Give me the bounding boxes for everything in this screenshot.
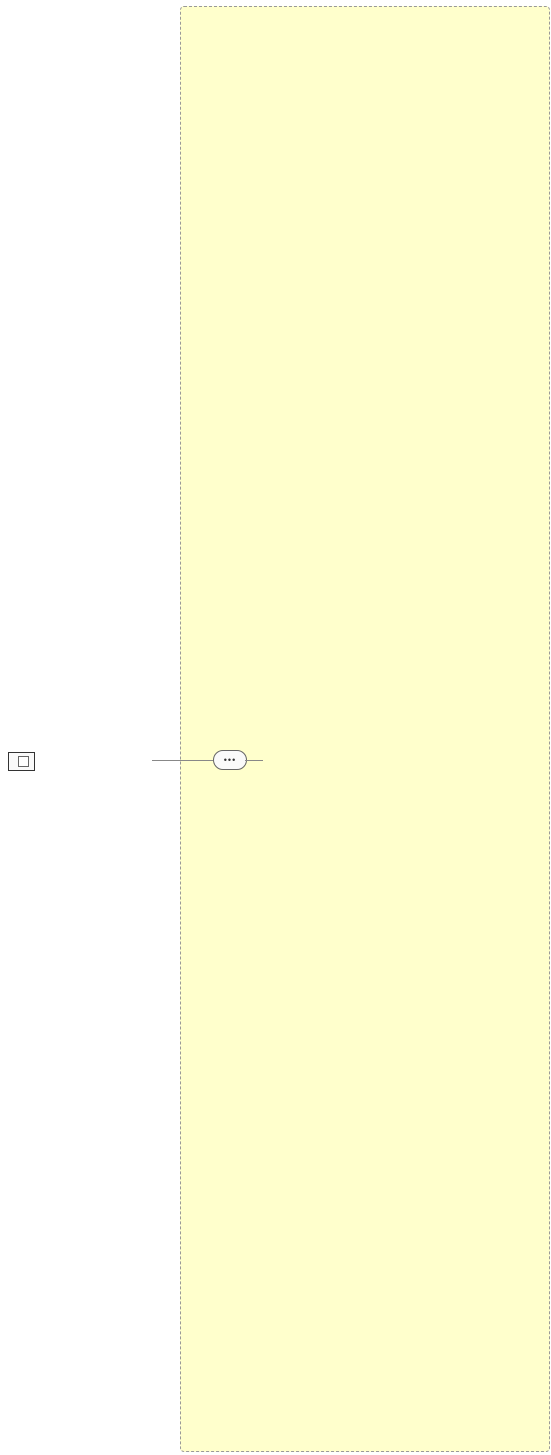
dots-icon: ••• — [224, 755, 236, 765]
sequence-compositor[interactable]: ••• — [213, 750, 247, 770]
connector-line — [245, 760, 263, 761]
connector-line — [152, 760, 180, 761]
root-element[interactable] — [8, 752, 35, 771]
type-frame — [180, 6, 550, 1452]
expand-icon[interactable] — [18, 756, 29, 767]
connector-line — [180, 760, 213, 761]
